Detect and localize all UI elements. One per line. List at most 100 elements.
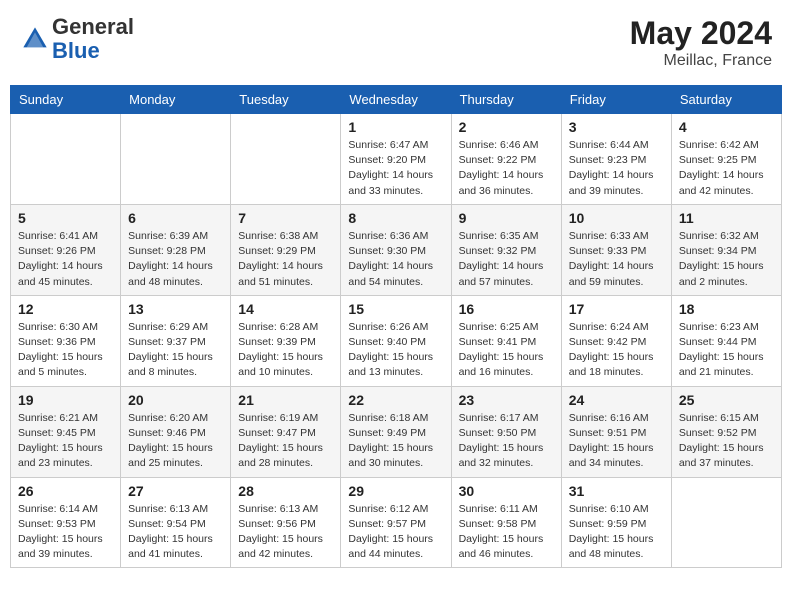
calendar-cell: 11 Sunrise: 6:32 AMSunset: 9:34 PMDayligh… bbox=[671, 204, 781, 295]
day-number: 27 bbox=[128, 483, 223, 499]
week-row-4: 19 Sunrise: 6:21 AMSunset: 9:45 PMDayligh… bbox=[11, 386, 782, 477]
day-info: Sunrise: 6:35 AMSunset: 9:32 PMDaylight:… bbox=[459, 229, 554, 290]
day-number: 8 bbox=[348, 210, 443, 226]
day-number: 4 bbox=[679, 119, 774, 135]
day-info: Sunrise: 6:47 AMSunset: 9:20 PMDaylight:… bbox=[348, 138, 443, 199]
day-info: Sunrise: 6:38 AMSunset: 9:29 PMDaylight:… bbox=[238, 229, 333, 290]
calendar-cell: 1 Sunrise: 6:47 AMSunset: 9:20 PMDaylight… bbox=[341, 114, 451, 205]
calendar-cell: 26Sunrise: 6:14 AMSunset: 9:53 PMDayligh… bbox=[11, 477, 121, 568]
day-info: Sunrise: 6:24 AMSunset: 9:42 PMDaylight:… bbox=[569, 320, 664, 381]
calendar-cell: 8 Sunrise: 6:36 AMSunset: 9:30 PMDaylight… bbox=[341, 204, 451, 295]
day-info: Sunrise: 6:21 AMSunset: 9:45 PMDaylight:… bbox=[18, 411, 113, 472]
day-info: Sunrise: 6:41 AMSunset: 9:26 PMDaylight:… bbox=[18, 229, 113, 290]
day-info: Sunrise: 6:26 AMSunset: 9:40 PMDaylight:… bbox=[348, 320, 443, 381]
calendar-cell: 5Sunrise: 6:41 AMSunset: 9:26 PMDaylight… bbox=[11, 204, 121, 295]
calendar-table: SundayMondayTuesdayWednesdayThursdayFrid… bbox=[10, 85, 782, 568]
calendar-cell: 18 Sunrise: 6:23 AMSunset: 9:44 PMDayligh… bbox=[671, 295, 781, 386]
day-number: 20 bbox=[128, 392, 223, 408]
calendar-cell: 6 Sunrise: 6:39 AMSunset: 9:28 PMDaylight… bbox=[121, 204, 231, 295]
calendar-cell: 16 Sunrise: 6:25 AMSunset: 9:41 PMDayligh… bbox=[451, 295, 561, 386]
calendar-cell bbox=[671, 477, 781, 568]
calendar-cell: 31Sunrise: 6:10 AMSunset: 9:59 PMDayligh… bbox=[561, 477, 671, 568]
day-info: Sunrise: 6:33 AMSunset: 9:33 PMDaylight:… bbox=[569, 229, 664, 290]
calendar-cell: 20 Sunrise: 6:20 AMSunset: 9:46 PMDayligh… bbox=[121, 386, 231, 477]
calendar-cell: 27 Sunrise: 6:13 AMSunset: 9:54 PMDayligh… bbox=[121, 477, 231, 568]
day-number: 24 bbox=[569, 392, 664, 408]
day-info: Sunrise: 6:16 AMSunset: 9:51 PMDaylight:… bbox=[569, 411, 664, 472]
calendar-cell: 21 Sunrise: 6:19 AMSunset: 9:47 PMDayligh… bbox=[231, 386, 341, 477]
day-info: Sunrise: 6:39 AMSunset: 9:28 PMDaylight:… bbox=[128, 229, 223, 290]
day-number: 2 bbox=[459, 119, 554, 135]
calendar-body: 1 Sunrise: 6:47 AMSunset: 9:20 PMDaylight… bbox=[11, 114, 782, 568]
day-info: Sunrise: 6:32 AMSunset: 9:34 PMDaylight:… bbox=[679, 229, 774, 290]
day-header-wednesday: Wednesday bbox=[341, 86, 451, 114]
day-number: 17 bbox=[569, 301, 664, 317]
day-number: 7 bbox=[238, 210, 333, 226]
week-row-1: 1 Sunrise: 6:47 AMSunset: 9:20 PMDaylight… bbox=[11, 114, 782, 205]
logo-icon bbox=[20, 24, 50, 54]
day-info: Sunrise: 6:44 AMSunset: 9:23 PMDaylight:… bbox=[569, 138, 664, 199]
day-header-tuesday: Tuesday bbox=[231, 86, 341, 114]
day-info: Sunrise: 6:15 AMSunset: 9:52 PMDaylight:… bbox=[679, 411, 774, 472]
calendar-cell: 9 Sunrise: 6:35 AMSunset: 9:32 PMDaylight… bbox=[451, 204, 561, 295]
day-number: 28 bbox=[238, 483, 333, 499]
title-block: May 2024 Meillac, France bbox=[630, 15, 772, 70]
calendar-cell: 12 Sunrise: 6:30 AMSunset: 9:36 PMDayligh… bbox=[11, 295, 121, 386]
day-info: Sunrise: 6:19 AMSunset: 9:47 PMDaylight:… bbox=[238, 411, 333, 472]
day-info: Sunrise: 6:36 AMSunset: 9:30 PMDaylight:… bbox=[348, 229, 443, 290]
day-number: 9 bbox=[459, 210, 554, 226]
day-header-saturday: Saturday bbox=[671, 86, 781, 114]
day-info: Sunrise: 6:11 AMSunset: 9:58 PMDaylight:… bbox=[459, 502, 554, 563]
calendar-cell: 4 Sunrise: 6:42 AMSunset: 9:25 PMDaylight… bbox=[671, 114, 781, 205]
day-info: Sunrise: 6:23 AMSunset: 9:44 PMDaylight:… bbox=[679, 320, 774, 381]
day-number: 31 bbox=[569, 483, 664, 499]
calendar-cell: 23Sunrise: 6:17 AMSunset: 9:50 PMDayligh… bbox=[451, 386, 561, 477]
calendar-cell: 10Sunrise: 6:33 AMSunset: 9:33 PMDayligh… bbox=[561, 204, 671, 295]
calendar-cell: 13 Sunrise: 6:29 AMSunset: 9:37 PMDayligh… bbox=[121, 295, 231, 386]
month-year: May 2024 bbox=[630, 15, 772, 52]
calendar-cell: 25Sunrise: 6:15 AMSunset: 9:52 PMDayligh… bbox=[671, 386, 781, 477]
logo-blue: Blue bbox=[52, 38, 100, 63]
day-info: Sunrise: 6:46 AMSunset: 9:22 PMDaylight:… bbox=[459, 138, 554, 199]
day-number: 30 bbox=[459, 483, 554, 499]
day-info: Sunrise: 6:30 AMSunset: 9:36 PMDaylight:… bbox=[18, 320, 113, 381]
day-number: 14 bbox=[238, 301, 333, 317]
calendar-header: SundayMondayTuesdayWednesdayThursdayFrid… bbox=[11, 86, 782, 114]
day-number: 6 bbox=[128, 210, 223, 226]
day-number: 13 bbox=[128, 301, 223, 317]
week-row-3: 12 Sunrise: 6:30 AMSunset: 9:36 PMDayligh… bbox=[11, 295, 782, 386]
day-header-sunday: Sunday bbox=[11, 86, 121, 114]
day-header-thursday: Thursday bbox=[451, 86, 561, 114]
day-number: 11 bbox=[679, 210, 774, 226]
day-number: 12 bbox=[18, 301, 113, 317]
calendar-cell bbox=[11, 114, 121, 205]
calendar-cell: 14 Sunrise: 6:28 AMSunset: 9:39 PMDayligh… bbox=[231, 295, 341, 386]
day-number: 18 bbox=[679, 301, 774, 317]
day-headers-row: SundayMondayTuesdayWednesdayThursdayFrid… bbox=[11, 86, 782, 114]
day-info: Sunrise: 6:42 AMSunset: 9:25 PMDaylight:… bbox=[679, 138, 774, 199]
day-number: 23 bbox=[459, 392, 554, 408]
day-number: 21 bbox=[238, 392, 333, 408]
calendar-cell: 19 Sunrise: 6:21 AMSunset: 9:45 PMDayligh… bbox=[11, 386, 121, 477]
day-info: Sunrise: 6:13 AMSunset: 9:56 PMDaylight:… bbox=[238, 502, 333, 563]
calendar-cell: 29Sunrise: 6:12 AMSunset: 9:57 PMDayligh… bbox=[341, 477, 451, 568]
day-info: Sunrise: 6:25 AMSunset: 9:41 PMDaylight:… bbox=[459, 320, 554, 381]
calendar-cell: 30 Sunrise: 6:11 AMSunset: 9:58 PMDayligh… bbox=[451, 477, 561, 568]
calendar-cell: 2 Sunrise: 6:46 AMSunset: 9:22 PMDaylight… bbox=[451, 114, 561, 205]
day-number: 19 bbox=[18, 392, 113, 408]
day-info: Sunrise: 6:28 AMSunset: 9:39 PMDaylight:… bbox=[238, 320, 333, 381]
day-number: 3 bbox=[569, 119, 664, 135]
day-info: Sunrise: 6:13 AMSunset: 9:54 PMDaylight:… bbox=[128, 502, 223, 563]
day-info: Sunrise: 6:29 AMSunset: 9:37 PMDaylight:… bbox=[128, 320, 223, 381]
day-info: Sunrise: 6:20 AMSunset: 9:46 PMDaylight:… bbox=[128, 411, 223, 472]
day-number: 22 bbox=[348, 392, 443, 408]
calendar-cell: 28 Sunrise: 6:13 AMSunset: 9:56 PMDayligh… bbox=[231, 477, 341, 568]
day-header-monday: Monday bbox=[121, 86, 231, 114]
day-number: 1 bbox=[348, 119, 443, 135]
logo-general: General bbox=[52, 14, 134, 39]
logo: General Blue bbox=[20, 15, 134, 63]
calendar-cell bbox=[231, 114, 341, 205]
day-number: 16 bbox=[459, 301, 554, 317]
week-row-2: 5Sunrise: 6:41 AMSunset: 9:26 PMDaylight… bbox=[11, 204, 782, 295]
day-number: 26 bbox=[18, 483, 113, 499]
